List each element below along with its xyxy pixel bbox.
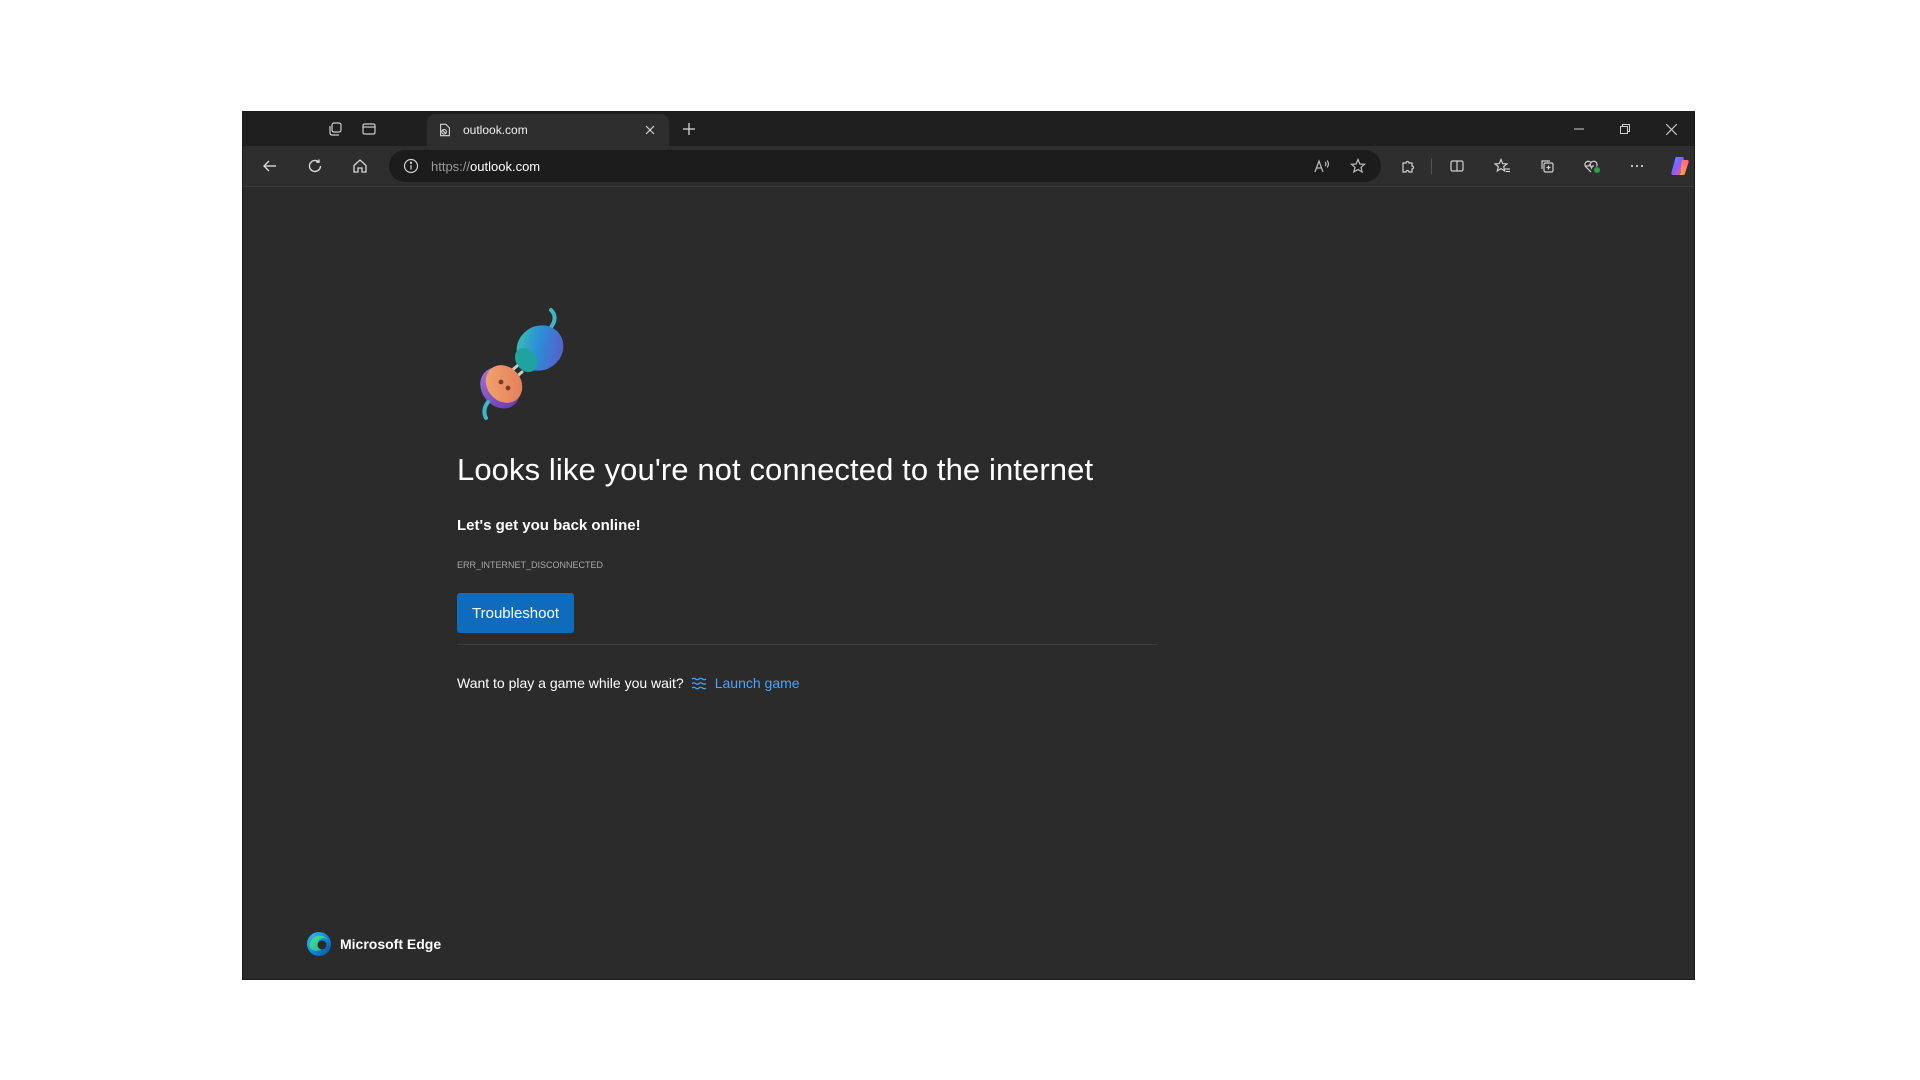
- browser-window: outlook.com https://outlook.com Looks li…: [243, 112, 1694, 979]
- url-host: outlook.com: [470, 158, 541, 174]
- copilot-icon[interactable]: [1663, 151, 1694, 181]
- waves-icon[interactable]: [691, 676, 707, 690]
- collections-icon[interactable]: [1530, 151, 1564, 181]
- close-icon[interactable]: [1648, 112, 1694, 146]
- back-arrow-icon[interactable]: [255, 151, 285, 181]
- read-aloud-icon[interactable]: [1307, 152, 1337, 180]
- brand-footer: Microsoft Edge: [306, 931, 441, 957]
- new-tab-button[interactable]: [675, 116, 703, 142]
- url-scheme: https://: [431, 158, 471, 174]
- tab-outlook[interactable]: outlook.com: [427, 114, 669, 146]
- info-icon[interactable]: [401, 156, 421, 176]
- brand-name: Microsoft Edge: [340, 936, 442, 952]
- toolbar-divider: [1431, 158, 1432, 174]
- home-icon[interactable]: [345, 151, 375, 181]
- favorites-icon[interactable]: [1485, 151, 1519, 181]
- puzzle-icon[interactable]: [1391, 151, 1425, 181]
- unplugged-plug-illustration: [468, 302, 578, 422]
- tab-close-icon[interactable]: [641, 121, 659, 139]
- restore-icon[interactable]: [1602, 112, 1648, 146]
- tab-title: outlook.com: [463, 123, 528, 137]
- workspaces-icon[interactable]: [320, 116, 350, 142]
- title-bar: outlook.com: [243, 112, 1694, 146]
- game-prompt-row: Want to play a game while you wait? Laun…: [457, 675, 800, 691]
- split-screen-icon[interactable]: [1440, 151, 1474, 181]
- url-text[interactable]: https://outlook.com: [431, 159, 1307, 174]
- star-icon[interactable]: [1343, 152, 1373, 180]
- content-divider: [457, 644, 1157, 645]
- page-subtitle: Let's get you back online!: [457, 517, 641, 534]
- troubleshoot-button[interactable]: Troubleshoot: [457, 593, 574, 633]
- address-bar[interactable]: https://outlook.com: [389, 150, 1381, 182]
- minimize-icon[interactable]: [1556, 112, 1602, 146]
- game-prompt-text: Want to play a game while you wait?: [457, 675, 684, 691]
- error-page: Looks like you're not connected to the i…: [243, 187, 1694, 979]
- tab-actions-icon[interactable]: [354, 116, 384, 142]
- page-title: Looks like you're not connected to the i…: [457, 452, 1094, 487]
- page-error-icon: [437, 122, 453, 138]
- ellipsis-icon[interactable]: [1620, 151, 1654, 181]
- error-code: ERR_INTERNET_DISCONNECTED: [457, 560, 604, 570]
- refresh-icon[interactable]: [300, 151, 330, 181]
- edge-logo: [307, 932, 331, 956]
- launch-game-link[interactable]: Launch game: [715, 675, 800, 691]
- navigation-toolbar: https://outlook.com: [243, 146, 1694, 187]
- heart-pulse-icon[interactable]: [1575, 151, 1609, 181]
